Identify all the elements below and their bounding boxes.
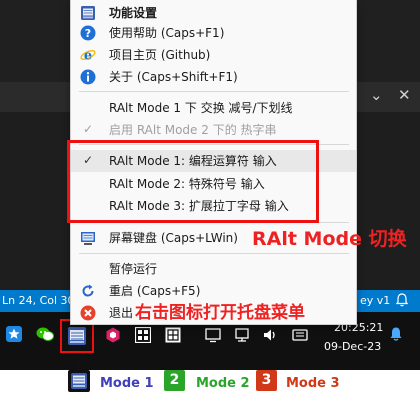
- menu-item-label: 启用 RAlt Mode 2 下的 热字串: [109, 123, 277, 137]
- mode-legend: Mode 1 2 Mode 2 3 Mode 3: [64, 370, 348, 401]
- menu-item-about[interactable]: 关于 (Caps+Shift+F1): [71, 66, 356, 88]
- status-cursor-position[interactable]: Ln 24, Col 30: [2, 294, 75, 307]
- menu-item-label: 功能设置: [109, 6, 158, 20]
- menu-item-label: RAlt Mode 1 下 交换 减号/下划线: [109, 101, 293, 115]
- bell-icon[interactable]: [396, 293, 408, 307]
- question-icon: ?: [80, 25, 96, 41]
- menu-item-help[interactable]: ? 使用帮助 (Caps+F1): [71, 22, 356, 44]
- restart-icon: [82, 284, 94, 297]
- close-icon[interactable]: ✕: [398, 88, 411, 103]
- annotation-right-click-hint: 右击图标打开托盘菜单: [135, 303, 305, 323]
- menu-item-label: 暂停运行: [109, 262, 158, 276]
- exit-icon: [80, 305, 96, 321]
- menu-item-label: 关于 (Caps+Shift+F1): [109, 70, 238, 84]
- svg-text:e: e: [84, 49, 92, 64]
- annotation-ralt-switch: RAlt Mode 切换: [252, 228, 407, 250]
- svg-text:?: ?: [85, 27, 91, 40]
- info-icon: [80, 69, 96, 85]
- menu-item-pause[interactable]: 暂停运行: [71, 258, 356, 280]
- legend-mode3-label: Mode 3: [286, 376, 340, 391]
- menu-item-homepage[interactable]: e 项目主页 (Github): [71, 44, 356, 66]
- menu-item-ralt-mode2-hotstring: ✓ 启用 RAlt Mode 2 下的 热字串: [71, 119, 356, 141]
- menu-item-label: 屏幕键盘 (Caps+LWin): [109, 231, 238, 245]
- star-app-icon[interactable]: [6, 326, 22, 342]
- menu-item-ralt-swap-minus-underscore[interactable]: RAlt Mode 1 下 交换 减号/下划线: [71, 97, 356, 119]
- ie-browser-icon: e: [80, 49, 96, 64]
- ralt-mode-highlight-box: [67, 140, 319, 223]
- menu-separator: [79, 91, 349, 92]
- menu-item-label: 重启 (Caps+F5): [109, 284, 201, 298]
- wechat-icon[interactable]: [36, 326, 54, 342]
- legend-mode3-number: 3: [261, 372, 272, 388]
- check-icon: ✓: [83, 122, 94, 136]
- legend-mode1-label: Mode 1: [100, 376, 154, 391]
- menu-item-label: 项目主页 (Github): [109, 48, 211, 62]
- chevron-down-icon[interactable]: ⌄: [370, 88, 383, 103]
- menu-item-settings-header: 功能设置: [71, 2, 356, 24]
- notification-bell-icon[interactable]: [388, 326, 404, 342]
- legend-mode2-number: 2: [169, 372, 180, 388]
- input-method-icon[interactable]: [292, 327, 308, 343]
- menu-item-label: 退出: [109, 306, 134, 320]
- legend-mode2-label: Mode 2: [196, 376, 250, 391]
- taskbar-clock-date[interactable]: 09-Dec-23: [324, 340, 381, 353]
- grid-app-icon[interactable]: [165, 327, 181, 343]
- menu-item-label: 使用帮助 (Caps+F1): [109, 26, 225, 40]
- display-icon[interactable]: [205, 327, 221, 343]
- app-grid-icon[interactable]: [135, 327, 151, 343]
- volume-icon[interactable]: [262, 327, 278, 343]
- mode1-keyboard-icon: [68, 370, 90, 392]
- status-right-text[interactable]: ey v1: [360, 294, 390, 307]
- hexagon-app-icon[interactable]: [105, 327, 121, 343]
- screen-keyboard-icon: [81, 232, 95, 245]
- network-icon[interactable]: [234, 327, 250, 343]
- menu-separator: [79, 253, 349, 254]
- keyboard-icon: [81, 6, 95, 20]
